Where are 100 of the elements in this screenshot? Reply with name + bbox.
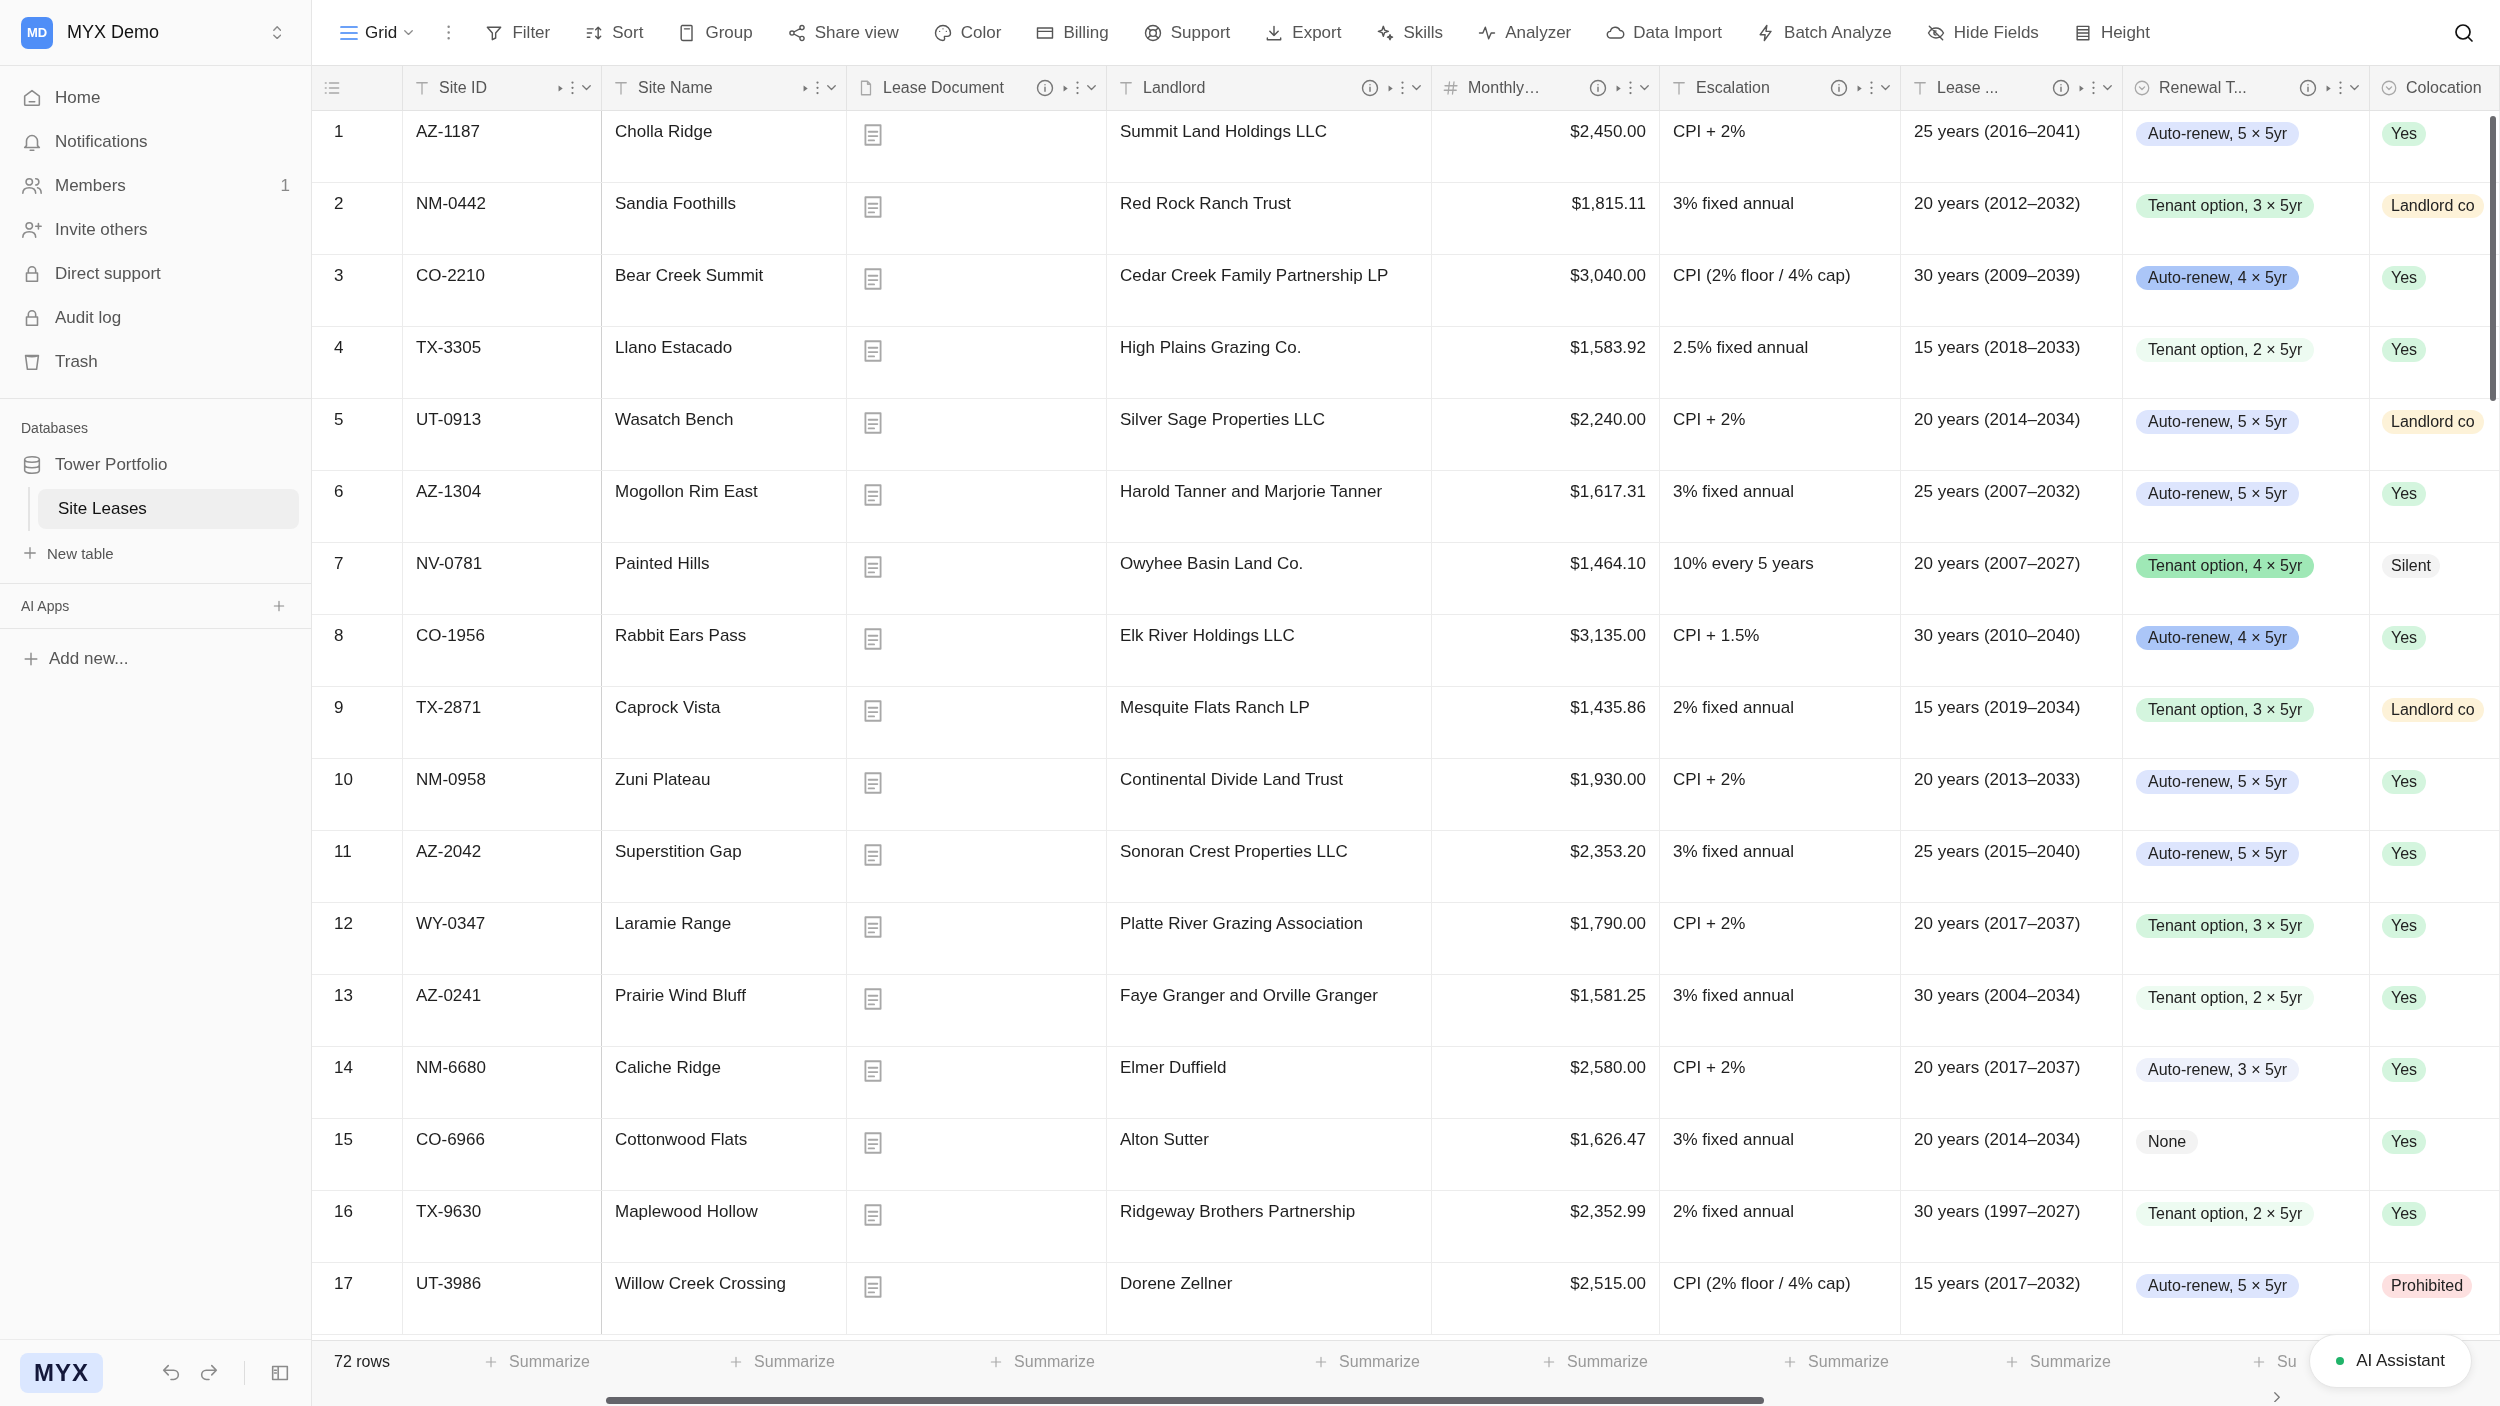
toolbar-button[interactable]: Share view [786,22,899,43]
toolbar-button[interactable]: Data Import [1605,22,1723,43]
text-type-icon [1670,79,1688,97]
table-cell: $1,617.31 [1570,482,1646,502]
column-header[interactable]: Landlord [1107,66,1432,110]
toolbar-button[interactable]: Export [1264,22,1342,43]
scrollbar[interactable] [2490,116,2496,401]
text-type-icon [1911,79,1929,97]
row-number: 2 [312,183,403,254]
nav-item[interactable]: Trash [0,340,311,384]
tag: Tenant option, 3 × 5yr [2136,698,2315,722]
member-count: 1 [280,176,290,196]
caret-icon [1881,85,1890,91]
row-number: 9 [312,687,403,758]
toolbar-button[interactable]: Support [1142,22,1231,43]
table-cell: 2.5% fixed annual [1673,338,1809,357]
table-item[interactable]: Site Leases [38,489,299,529]
table-cell: Laramie Range [615,914,732,933]
tag: Auto-renew, 5 × 5yr [2136,122,2300,146]
kebab-icon [1870,81,1873,95]
table-cell: NV-0781 [416,554,483,573]
toolbar-button[interactable]: Color [932,22,1002,43]
table-cell: Wasatch Bench [615,410,734,429]
nav-item[interactable]: Notifications [0,120,311,164]
column-header[interactable]: Monthly… [1432,66,1660,110]
caret-icon [1087,85,1096,91]
table-cell: Prairie Wind Bluff [615,986,746,1005]
toolbar-button[interactable]: Sort [584,22,644,43]
table-cell: Superstition Gap [615,842,742,861]
row-number: 16 [312,1191,403,1262]
toolbar-button[interactable]: Group [677,22,753,43]
triangle-icon [557,84,563,92]
table-cell: CPI + 2% [1673,914,1746,933]
table-cell: Dorene Zellner [1120,1274,1233,1293]
table-cell: Platte River Grazing Association [1120,914,1363,933]
nav-item[interactable]: Audit log [0,296,311,340]
section-heading: Databases [20,419,89,438]
tag: Tenant option, 2 × 5yr [2136,986,2315,1010]
column-header[interactable]: Renewal T... [2123,66,2370,110]
toolbar-button[interactable]: Billing [1035,22,1109,43]
toolbar-button[interactable]: Skills [1375,22,1444,43]
plus-icon [271,598,287,614]
table-cell: CO-6966 [416,1130,485,1149]
chevron-updown-icon [272,25,281,40]
toolbar-button[interactable]: Analyzer [1477,22,1572,43]
caret-icon [1412,85,1421,91]
hash-icon [1442,79,1460,97]
column-header[interactable]: Escalation [1660,66,1901,110]
table-cell: $1,464.10 [1570,554,1646,574]
tag: Yes [2382,482,2427,506]
plus-icon [21,544,39,562]
person-plus-icon [21,219,43,241]
table-cell: TX-9630 [416,1202,482,1221]
table-cell: CPI + 2% [1673,770,1746,789]
table-cell: $2,580.00 [1570,1058,1646,1078]
table-cell: 10% every 5 years [1673,554,1814,573]
nav-item[interactable]: Direct support [0,252,311,296]
add-new-button[interactable]: Add new... [0,629,311,689]
nav-item[interactable]: Members 1 [0,164,311,208]
table-cell: 3% fixed annual [1673,842,1794,861]
row-number: 7 [312,543,403,614]
nav-item[interactable]: Invite others [0,208,311,252]
table-cell: $1,815.11 [1571,194,1646,214]
table-cell: $1,435.86 [1570,698,1646,718]
text-type-icon [413,79,431,97]
workspace-name[interactable]: MYX Demo [67,22,259,43]
table-cell: TX-2871 [416,698,482,717]
column-header[interactable]: Colocation [2370,66,2500,110]
column-header[interactable]: Lease Document [847,66,1107,110]
toolbar-button[interactable]: Batch Analyze [1756,22,1892,43]
info-icon [1587,78,1608,98]
toolbar-button[interactable]: Filter [484,22,551,43]
column-header[interactable]: Lease ... [1901,66,2123,110]
tag: Yes [2382,842,2427,866]
table-cell: Painted Hills [615,554,710,573]
logo[interactable]: MYX [20,1353,103,1393]
column-header[interactable]: Site ID [403,66,602,110]
database-item[interactable]: Tower Portfolio [0,443,311,487]
row-number: 3 [312,255,403,326]
table-cell: CO-1956 [416,626,485,645]
row-number: 10 [312,759,403,830]
column-header[interactable]: Site Name [602,66,847,110]
table-cell: Mogollon Rim East [615,482,758,501]
new-table-button[interactable]: New table [0,531,311,575]
ai-assistant-button[interactable]: AI Assistant [2309,1334,2472,1388]
kebab-icon [447,25,451,40]
caret-icon [404,29,414,36]
tag: Tenant option, 3 × 5yr [2136,914,2315,938]
menu-lines-icon [340,25,358,40]
tag: Tenant option, 2 × 5yr [2136,1202,2315,1226]
table-cell: Elmer Duffield [1120,1058,1227,1077]
scrollbar[interactable] [606,1397,1764,1404]
toolbar-button[interactable]: Height [2072,22,2150,43]
view-switcher[interactable]: Grid [340,22,414,43]
table-cell: CPI + 1.5% [1673,626,1760,645]
kebab-icon [2339,81,2342,95]
nav-item[interactable]: Home [0,76,311,120]
table-cell: Caprock Vista [615,698,721,717]
triangle-icon [2325,84,2331,92]
toolbar-button[interactable]: Hide Fields [1925,22,2039,43]
